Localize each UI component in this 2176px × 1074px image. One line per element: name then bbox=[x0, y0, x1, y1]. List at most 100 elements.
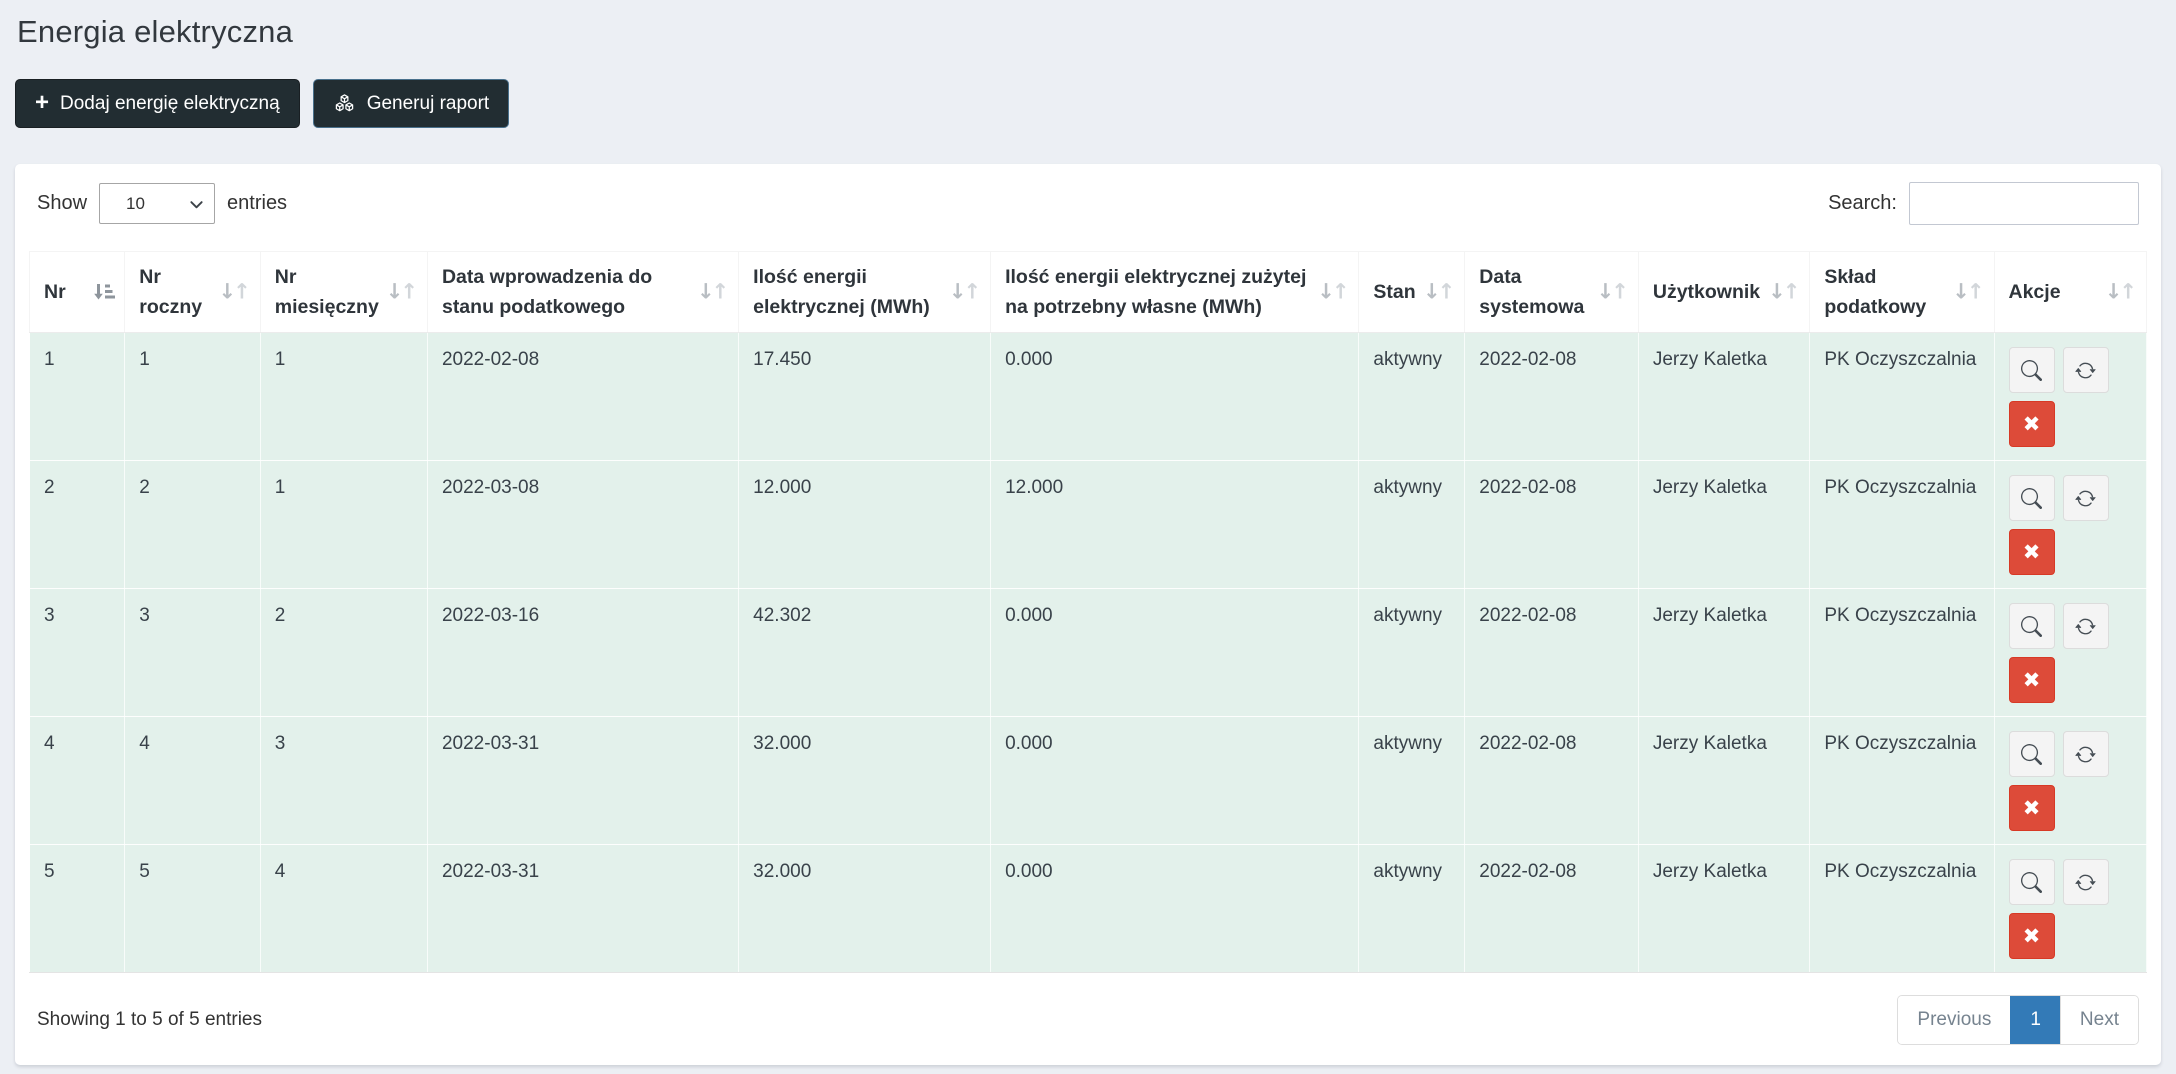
show-label: Show bbox=[37, 192, 87, 215]
table-row: 2212022-03-0812.00012.000aktywny2022-02-… bbox=[30, 461, 2147, 589]
table-cell: PK Oczyszczalnia bbox=[1810, 461, 1994, 589]
refresh-button[interactable] bbox=[2063, 603, 2109, 649]
column-header-stan[interactable]: Stan↓↑ bbox=[1359, 252, 1465, 333]
page-length-select-wrap: 10 bbox=[99, 183, 215, 224]
table-row: 3322022-03-1642.3020.000aktywny2022-02-0… bbox=[30, 589, 2147, 717]
search-input[interactable] bbox=[1909, 182, 2139, 225]
delete-button[interactable]: ✖ bbox=[2009, 785, 2055, 831]
delete-button[interactable]: ✖ bbox=[2009, 401, 2055, 447]
refresh-button[interactable] bbox=[2063, 347, 2109, 393]
refresh-button[interactable] bbox=[2063, 859, 2109, 905]
column-header-nr-roczny[interactable]: Nr roczny↓↑ bbox=[125, 252, 260, 333]
sort-both-icon: ↓↑ bbox=[697, 282, 729, 303]
table-cell: aktywny bbox=[1359, 845, 1465, 973]
actions-cell: ✖ bbox=[1994, 333, 2147, 461]
table-cell: 4 bbox=[30, 717, 125, 845]
view-button[interactable] bbox=[2009, 859, 2055, 905]
table-cell: 42.302 bbox=[739, 589, 991, 717]
column-header-ilosc-energii-elektrycznej-zuzytej-na-potrzebny-w-asne-mwh[interactable]: Ilość energii elektrycznej zużytej na po… bbox=[991, 252, 1359, 333]
table-cell: 3 bbox=[30, 589, 125, 717]
page-content: Energia elektryczna + Dodaj energię elek… bbox=[0, 0, 2176, 1065]
column-header-sk-ad-podatkowy[interactable]: Skład podatkowy↓↑ bbox=[1810, 252, 1994, 333]
pagination-previous[interactable]: Previous bbox=[1898, 996, 2010, 1044]
x-icon: ✖ bbox=[2023, 670, 2041, 691]
table-cell: aktywny bbox=[1359, 461, 1465, 589]
table-cell: 1 bbox=[30, 333, 125, 461]
x-icon: ✖ bbox=[2023, 926, 2041, 947]
page-length-select[interactable]: 10 bbox=[99, 183, 215, 224]
table-cell: 2022-02-08 bbox=[1465, 461, 1639, 589]
table-row: 1112022-02-0817.4500.000aktywny2022-02-0… bbox=[30, 333, 2147, 461]
column-header-label: Użytkownik bbox=[1653, 281, 1760, 303]
column-header-label: Nr bbox=[44, 281, 66, 303]
column-header-akcje[interactable]: Akcje↓↑ bbox=[1994, 252, 2147, 333]
table-cell: 2 bbox=[30, 461, 125, 589]
x-icon: ✖ bbox=[2023, 414, 2041, 435]
energy-table-head: NrNr roczny↓↑Nr miesięczny↓↑Data wprowad… bbox=[30, 252, 2147, 333]
table-cell: 0.000 bbox=[991, 717, 1359, 845]
sort-both-icon: ↓↑ bbox=[1768, 282, 1800, 303]
sort-both-icon: ↓↑ bbox=[2105, 282, 2137, 303]
delete-button[interactable]: ✖ bbox=[2009, 529, 2055, 575]
magnifier-icon bbox=[2021, 488, 2042, 509]
header-row: NrNr roczny↓↑Nr miesięczny↓↑Data wprowad… bbox=[30, 252, 2147, 333]
table-cell: 2 bbox=[260, 589, 427, 717]
view-button[interactable] bbox=[2009, 475, 2055, 521]
delete-button[interactable]: ✖ bbox=[2009, 657, 2055, 703]
table-cell: 2 bbox=[125, 461, 260, 589]
table-footer: Showing 1 to 5 of 5 entries Previous 1 N… bbox=[29, 973, 2147, 1051]
generate-report-button[interactable]: Generuj raport bbox=[313, 79, 510, 128]
table-cell: 1 bbox=[125, 333, 260, 461]
table-cell: 2022-03-31 bbox=[427, 845, 738, 973]
table-cell: PK Oczyszczalnia bbox=[1810, 717, 1994, 845]
row-actions: ✖ bbox=[2009, 347, 2113, 447]
table-cell: 4 bbox=[260, 845, 427, 973]
page-title: Energia elektryczna bbox=[17, 14, 2161, 50]
view-button[interactable] bbox=[2009, 731, 2055, 777]
row-actions: ✖ bbox=[2009, 475, 2113, 575]
table-cell: 2022-02-08 bbox=[427, 333, 738, 461]
delete-button[interactable]: ✖ bbox=[2009, 913, 2055, 959]
actions-cell: ✖ bbox=[1994, 845, 2147, 973]
table-controls: Show 10 entries Search: bbox=[29, 180, 2147, 225]
pagination: Previous 1 Next bbox=[1897, 995, 2139, 1045]
pagination-page-1[interactable]: 1 bbox=[2010, 996, 2060, 1044]
magnifier-icon bbox=[2021, 616, 2042, 637]
row-actions: ✖ bbox=[2009, 603, 2113, 703]
table-cell: 2022-02-08 bbox=[1465, 845, 1639, 973]
table-card: Show 10 entries Search: NrNr roczny↓↑Nr … bbox=[15, 164, 2161, 1065]
table-cell: PK Oczyszczalnia bbox=[1810, 333, 1994, 461]
refresh-button[interactable] bbox=[2063, 731, 2109, 777]
table-cell: 0.000 bbox=[991, 845, 1359, 973]
entries-info: Showing 1 to 5 of 5 entries bbox=[37, 1009, 262, 1031]
column-header-label: Ilość energii elektrycznej zużytej na po… bbox=[1005, 266, 1306, 318]
column-header-data-systemowa[interactable]: Data systemowa↓↑ bbox=[1465, 252, 1639, 333]
column-header-nr-miesieczny[interactable]: Nr miesięczny↓↑ bbox=[260, 252, 427, 333]
table-row: 5542022-03-3132.0000.000aktywny2022-02-0… bbox=[30, 845, 2147, 973]
refresh-button[interactable] bbox=[2063, 475, 2109, 521]
column-header-ilosc-energii-elektrycznej-mwh[interactable]: Ilość energii elektrycznej (MWh)↓↑ bbox=[739, 252, 991, 333]
add-energy-button[interactable]: + Dodaj energię elektryczną bbox=[15, 79, 300, 128]
column-header-label: Data systemowa bbox=[1479, 266, 1584, 318]
pagination-next[interactable]: Next bbox=[2060, 996, 2138, 1044]
table-cell: aktywny bbox=[1359, 333, 1465, 461]
view-button[interactable] bbox=[2009, 603, 2055, 649]
table-cell: 1 bbox=[260, 333, 427, 461]
actions-cell: ✖ bbox=[1994, 461, 2147, 589]
column-header-data-wprowadzenia-do-stanu-podatkowego[interactable]: Data wprowadzenia do stanu podatkowego↓↑ bbox=[427, 252, 738, 333]
table-cell: 12.000 bbox=[991, 461, 1359, 589]
table-cell: 2022-02-08 bbox=[1465, 717, 1639, 845]
table-cell: 4 bbox=[125, 717, 260, 845]
table-cell: PK Oczyszczalnia bbox=[1810, 845, 1994, 973]
table-cell: 2022-02-08 bbox=[1465, 333, 1639, 461]
column-header-nr[interactable]: Nr bbox=[30, 252, 125, 333]
column-header-label: Stan bbox=[1373, 281, 1415, 303]
table-cell: 3 bbox=[125, 589, 260, 717]
refresh-icon bbox=[2075, 488, 2096, 509]
column-header-uzytkownik[interactable]: Użytkownik ↓↑ bbox=[1638, 252, 1809, 333]
view-button[interactable] bbox=[2009, 347, 2055, 393]
column-header-label: Nr miesięczny bbox=[275, 266, 379, 318]
x-icon: ✖ bbox=[2023, 798, 2041, 819]
table-cell: 17.450 bbox=[739, 333, 991, 461]
entries-label: entries bbox=[227, 192, 287, 215]
